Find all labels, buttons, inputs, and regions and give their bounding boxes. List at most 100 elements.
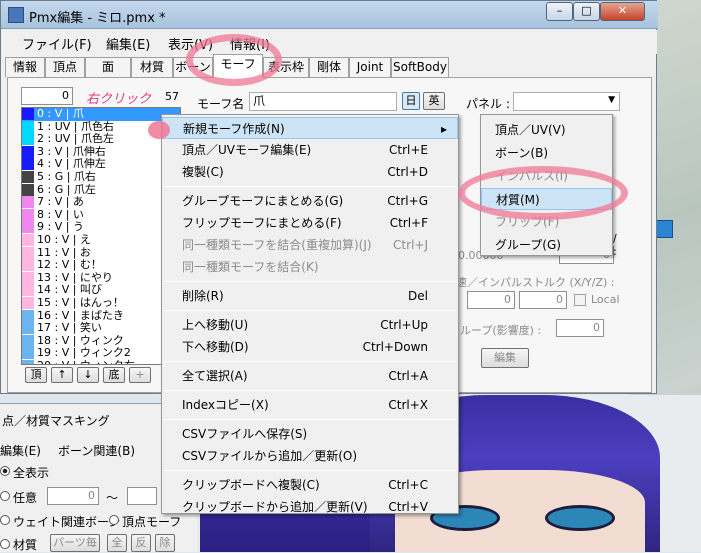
- submenu-item[interactable]: 頂点／UV(V): [481, 119, 612, 141]
- impulse-z-input[interactable]: 0: [519, 291, 567, 309]
- menu-item-label: 全て選択(A): [182, 369, 248, 383]
- menu-item-label: Indexコピー(X): [182, 398, 269, 412]
- context-menu-item[interactable]: 新規モーフ作成(N) ▸: [162, 117, 458, 139]
- context-menu-item[interactable]: クリップボードへ複製(C) Ctrl+C: [162, 474, 458, 496]
- chevron-right-icon: ▸: [440, 122, 447, 136]
- context-menu-item[interactable]: グループモーフにまとめる(G) Ctrl+G: [162, 190, 458, 212]
- menu-separator: [164, 361, 456, 362]
- menu-item-shortcut: Ctrl+Down: [362, 340, 428, 354]
- move-bottom-button[interactable]: 底: [103, 367, 125, 383]
- radio-vertex-morph[interactable]: [109, 515, 119, 525]
- range-start-input[interactable]: 0: [47, 487, 99, 505]
- parts-button[interactable]: パーツ毎: [50, 534, 100, 552]
- tab-vertex[interactable]: 頂点: [45, 57, 85, 77]
- submenu-item[interactable]: ボーン(B): [481, 142, 612, 164]
- except-button[interactable]: 除: [155, 534, 175, 552]
- impulse-label: 速／インパルストルク (X/Y/Z) :: [456, 276, 615, 289]
- list-item-label: 14 : V | 叫び: [37, 283, 102, 297]
- list-item-label: 0 : V | 爪: [37, 107, 84, 120]
- lang-en-button[interactable]: 英: [423, 92, 445, 110]
- context-menu-item[interactable]: 全て選択(A) Ctrl+A: [162, 365, 458, 387]
- group-value-input[interactable]: 0: [556, 319, 604, 337]
- morph-count: 57: [165, 90, 179, 103]
- morph-type-swatch: [22, 334, 34, 347]
- context-menu-item[interactable]: 同一種類モーフを結合(重複加算)(J) Ctrl+J: [162, 234, 458, 256]
- context-menu-item[interactable]: 削除(R) Del: [162, 285, 458, 307]
- morph-list[interactable]: 0 : V | 爪1 : UV | 爪色右 2 : UV | 爪色左 3 : V |…: [21, 107, 181, 365]
- morph-type-swatch: [22, 108, 34, 120]
- context-menu-item[interactable]: クリップボードから追加／更新(V) Ctrl+V: [162, 496, 458, 518]
- tab-rigidbody[interactable]: 剛体: [309, 57, 349, 77]
- context-menu-item[interactable]: CSVファイルから追加／更新(O): [162, 445, 458, 467]
- context-menu-item[interactable]: 複製(C) Ctrl+D: [162, 161, 458, 183]
- range-tilde: ～: [106, 491, 119, 505]
- morph-type-swatch: [22, 120, 34, 133]
- close-button[interactable]: ✕: [600, 2, 645, 21]
- invert-button[interactable]: 反: [131, 534, 151, 552]
- submenu-item-label: 頂点／UV(V): [495, 123, 566, 137]
- impulse-y-input[interactable]: 0: [467, 291, 515, 309]
- list-item-label: 11 : V | お: [37, 245, 91, 259]
- tab-info[interactable]: 情報: [5, 57, 45, 77]
- morph-name-label: モーフ名 :: [197, 97, 253, 111]
- all-button[interactable]: 全: [107, 534, 127, 552]
- menu-item-shortcut: Ctrl+G: [387, 194, 428, 208]
- context-menu-item[interactable]: 上へ移動(U) Ctrl+Up: [162, 314, 458, 336]
- right-click-note: 右クリック: [86, 92, 152, 107]
- add-button[interactable]: +: [129, 367, 151, 383]
- masking-menu-bone[interactable]: ボーン関連(B): [58, 442, 135, 459]
- list-item-label: 20 : V | ウィンク右: [37, 359, 135, 364]
- context-menu-item[interactable]: フリップモーフにまとめる(F) Ctrl+F: [162, 212, 458, 234]
- title-bar[interactable]: Pmx編集 - ミロ.pmx * – □ ✕: [1, 1, 658, 29]
- menu-item-label: 削除(R): [182, 289, 224, 303]
- list-item[interactable]: 20 : V | ウィンク右: [22, 359, 180, 364]
- app-icon: [8, 7, 24, 23]
- edit-button[interactable]: 編集: [481, 348, 529, 368]
- list-item-label: 17 : V | 笑い: [37, 321, 102, 335]
- local-label: Local: [591, 293, 620, 306]
- tab-joint[interactable]: Joint: [349, 57, 391, 77]
- move-down-button[interactable]: ↓: [77, 367, 99, 383]
- range-end-input[interactable]: [127, 487, 157, 505]
- panel-select[interactable]: ▼: [513, 92, 620, 111]
- viewport-handle[interactable]: [655, 220, 673, 238]
- index-input[interactable]: 0: [21, 87, 73, 105]
- masking-menu-edit[interactable]: 編集(E): [0, 442, 41, 459]
- radio-any-label: 任意: [13, 491, 38, 505]
- window-title: Pmx編集 - ミロ.pmx *: [29, 11, 166, 26]
- tab-material[interactable]: 材質: [131, 57, 173, 77]
- radio-any[interactable]: [0, 491, 10, 501]
- move-up-button[interactable]: ↑: [51, 367, 73, 383]
- context-menu-item[interactable]: Indexコピー(X) Ctrl+X: [162, 394, 458, 416]
- menu-item-label: 下へ移動(D): [182, 340, 249, 354]
- move-top-button[interactable]: 頂: [25, 367, 47, 383]
- chevron-down-icon: ▼: [608, 95, 615, 105]
- morph-type-swatch: [22, 158, 34, 171]
- radio-weight-bone[interactable]: [0, 515, 10, 525]
- tab-face[interactable]: 面: [85, 57, 131, 77]
- morph-name-input[interactable]: 爪: [249, 92, 397, 111]
- menu-item-shortcut: Ctrl+X: [388, 398, 428, 412]
- panel-label: パネル :: [466, 97, 510, 111]
- menu-separator: [164, 390, 456, 391]
- menu-item-shortcut: Ctrl+E: [389, 143, 428, 157]
- menu-edit[interactable]: 編集(E): [106, 34, 150, 53]
- menu-item-label: 同一種類モーフを結合(K): [182, 260, 319, 274]
- local-checkbox[interactable]: [574, 294, 586, 306]
- group-label: ループ(影響度) :: [460, 324, 542, 337]
- list-item-label: 7 : V | あ: [37, 195, 84, 209]
- context-menu-item[interactable]: 頂点／UVモーフ編集(E) Ctrl+E: [162, 139, 458, 161]
- lang-jp-button[interactable]: 日: [402, 92, 420, 110]
- menu-item-shortcut: Del: [408, 289, 428, 303]
- radio-all[interactable]: [0, 466, 10, 476]
- context-menu-item[interactable]: 同一種類モーフを結合(K): [162, 256, 458, 278]
- radio-material[interactable]: [0, 539, 10, 549]
- morph-type-swatch: [22, 322, 34, 335]
- submenu-item[interactable]: グループ(G): [481, 234, 612, 256]
- tab-softbody[interactable]: SoftBody: [391, 57, 449, 77]
- context-menu-item[interactable]: CSVファイルへ保存(S): [162, 423, 458, 445]
- maximize-button[interactable]: □: [573, 2, 600, 21]
- minimize-button[interactable]: –: [546, 2, 573, 21]
- menu-file[interactable]: ファイル(F): [22, 34, 92, 53]
- context-menu-item[interactable]: 下へ移動(D) Ctrl+Down: [162, 336, 458, 358]
